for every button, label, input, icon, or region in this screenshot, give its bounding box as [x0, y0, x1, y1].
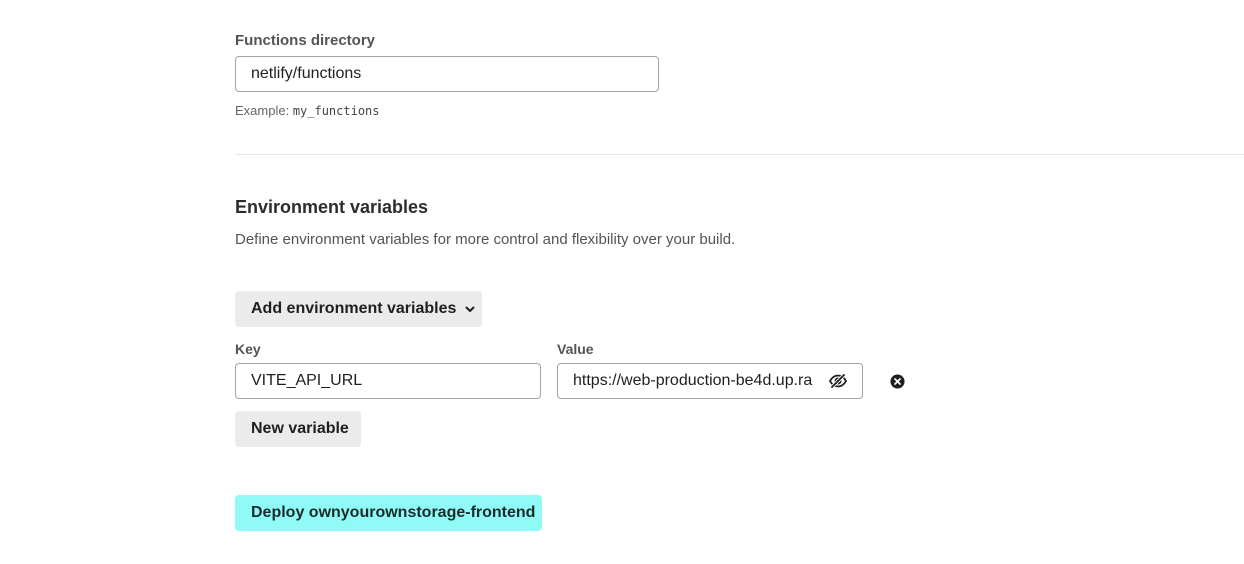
section-divider: [235, 154, 1244, 155]
functions-directory-hint: Example: my_functions: [235, 103, 380, 118]
env-value-text: https://web-production-be4d.up.ra: [573, 372, 813, 389]
eye-off-icon[interactable]: [828, 371, 848, 391]
add-environment-variables-button[interactable]: Add environment variables: [235, 291, 482, 327]
functions-directory-input[interactable]: netlify/functions: [235, 56, 659, 92]
hint-code: my_functions: [292, 104, 380, 118]
env-value-input[interactable]: https://web-production-be4d.up.ra: [557, 363, 863, 399]
functions-directory-label: Functions directory: [235, 32, 376, 49]
env-key-input[interactable]: VITE_API_URL: [235, 363, 541, 399]
env-heading: Environment variables: [235, 197, 429, 217]
hint-prefix: Example:: [235, 103, 293, 118]
env-description: Define environment variables for more co…: [235, 231, 736, 248]
page: Functions directory netlify/functions Ex…: [0, 0, 1244, 564]
new-variable-button[interactable]: New variable: [235, 411, 361, 447]
add-env-button-label: Add environment variables: [251, 300, 457, 317]
remove-variable-icon[interactable]: [889, 373, 905, 389]
chevron-down-icon: [464, 303, 476, 315]
deploy-button[interactable]: Deploy ownyourownstorage-frontend: [235, 495, 542, 531]
value-label: Value: [557, 341, 594, 357]
key-label: Key: [235, 341, 261, 357]
